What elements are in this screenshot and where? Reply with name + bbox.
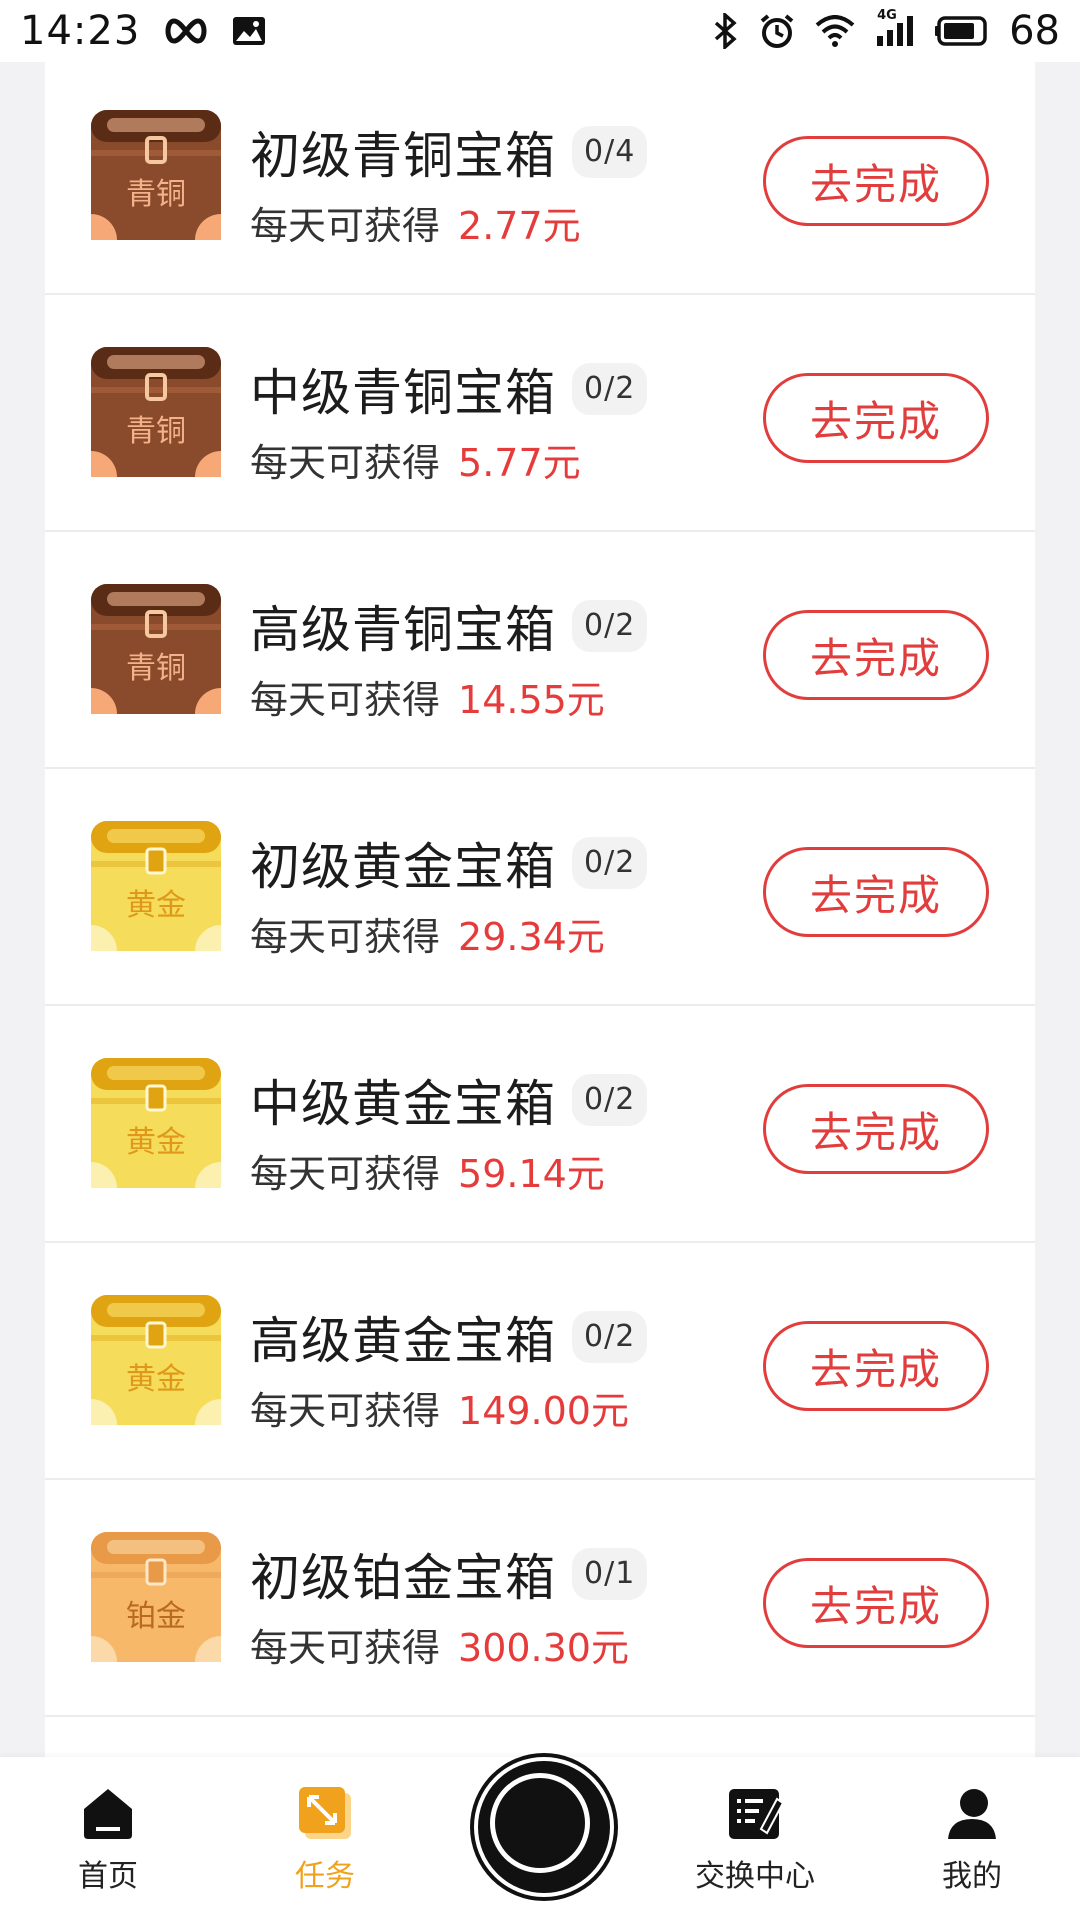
- bronze-chest-icon: 青铜: [91, 584, 221, 714]
- progress-badge: 0/1: [572, 1548, 648, 1600]
- wifi-icon: [815, 15, 855, 47]
- task-list: 青铜 初级青铜宝箱 0/4 每天可获得 2.77元 去完成 青铜 中级青铜宝箱 …: [45, 58, 1035, 1758]
- task-title-line: 中级青铜宝箱 0/2: [250, 353, 648, 425]
- chest-label: 青铜: [126, 177, 186, 212]
- task-title: 初级黄金宝箱: [250, 838, 556, 896]
- task-title-line: 中级黄金宝箱 0/2: [250, 1064, 648, 1136]
- progress-badge: 0/2: [572, 1311, 648, 1363]
- task-row: 青铜 中级青铜宝箱 0/2 每天可获得 5.77元 去完成: [45, 295, 1035, 532]
- go-complete-button[interactable]: 去完成: [763, 610, 989, 700]
- task-title: 高级青铜宝箱: [250, 601, 556, 659]
- task-row: 青铜 高级青铜宝箱 0/2 每天可获得 14.55元 去完成: [45, 532, 1035, 769]
- task-row: 黄金 初级黄金宝箱 0/2 每天可获得 29.34元 去完成: [45, 769, 1035, 1006]
- reward-prefix: 每天可获得: [250, 1152, 441, 1196]
- nav-tasks-label: 任务: [295, 1859, 355, 1894]
- task-row: 青铜 初级青铜宝箱 0/4 每天可获得 2.77元 去完成: [45, 58, 1035, 295]
- reward-prefix: 每天可获得: [250, 678, 441, 722]
- chest-label: 黄金: [126, 1125, 186, 1160]
- image-icon: [232, 15, 266, 47]
- nav-home-label: 首页: [78, 1859, 138, 1894]
- task-title: 高级黄金宝箱: [250, 1312, 556, 1370]
- task-title-line: 高级青铜宝箱 0/2: [250, 590, 648, 662]
- reward-amount: 59.14元: [458, 1152, 605, 1196]
- center-ring: [490, 1773, 590, 1873]
- reward-prefix: 每天可获得: [250, 915, 441, 959]
- chest-label: 黄金: [126, 888, 186, 923]
- reward-prefix: 每天可获得: [250, 1389, 441, 1433]
- platinum-chest-icon: 铂金: [91, 1532, 221, 1662]
- reward-line: 每天可获得 2.77元: [250, 195, 581, 250]
- reward-amount: 149.00元: [458, 1389, 629, 1433]
- nav-home[interactable]: 首页: [23, 1785, 193, 1895]
- go-complete-button[interactable]: 去完成: [763, 136, 989, 226]
- gold-chest-icon: 黄金: [91, 1295, 221, 1425]
- task-title-line: 初级黄金宝箱 0/2: [250, 827, 648, 899]
- reward-line: 每天可获得 300.30元: [250, 1617, 629, 1672]
- bottom-nav: 首页 任务 交换中心 我的: [0, 1757, 1080, 1920]
- network-type: 4G: [877, 8, 897, 23]
- nav-exchange-label: 交换中心: [695, 1859, 815, 1894]
- task-title: 中级青铜宝箱: [250, 364, 556, 422]
- center-circle-icon[interactable]: [474, 1757, 614, 1897]
- reward-prefix: 每天可获得: [250, 204, 441, 248]
- reward-prefix: 每天可获得: [250, 1626, 441, 1670]
- task-title: 初级青铜宝箱: [250, 127, 556, 185]
- home-icon: [84, 1789, 132, 1839]
- reward-amount: 14.55元: [458, 678, 605, 722]
- task-title-line: 初级青铜宝箱 0/4: [250, 116, 648, 188]
- battery-icon: [935, 16, 989, 46]
- bronze-chest-icon: 青铜: [91, 110, 221, 240]
- reward-line: 每天可获得 29.34元: [250, 906, 605, 961]
- status-bar: 14:23 4G 68: [0, 0, 1080, 62]
- reward-prefix: 每天可获得: [250, 441, 441, 485]
- task-row: 黄金 高级黄金宝箱 0/2 每天可获得 149.00元 去完成: [45, 1243, 1035, 1480]
- infinity-icon: [162, 17, 210, 45]
- chest-label: 黄金: [126, 1362, 186, 1397]
- progress-badge: 0/2: [572, 837, 648, 889]
- reward-amount: 2.77元: [458, 204, 581, 248]
- gold-chest-icon: 黄金: [91, 1058, 221, 1188]
- nav-exchange[interactable]: 交换中心: [670, 1785, 840, 1895]
- alarm-icon: [759, 13, 795, 49]
- bluetooth-icon: [713, 13, 739, 49]
- reward-amount: 300.30元: [458, 1626, 629, 1670]
- task-title-line: 高级黄金宝箱 0/2: [250, 1301, 648, 1373]
- nav-profile[interactable]: 我的: [887, 1785, 1057, 1895]
- battery-level: 68: [1009, 8, 1060, 54]
- reward-line: 每天可获得 5.77元: [250, 432, 581, 487]
- signal-icon: 4G: [875, 8, 915, 48]
- task-row: 黄金 中级黄金宝箱 0/2 每天可获得 59.14元 去完成: [45, 1006, 1035, 1243]
- reward-amount: 29.34元: [458, 915, 605, 959]
- reward-amount: 5.77元: [458, 441, 581, 485]
- go-complete-button[interactable]: 去完成: [763, 1558, 989, 1648]
- task-row: 铂金 初级铂金宝箱 0/1 每天可获得 300.30元 去完成: [45, 1480, 1035, 1717]
- task-title: 中级黄金宝箱: [250, 1075, 556, 1133]
- go-complete-button[interactable]: 去完成: [763, 1084, 989, 1174]
- chest-label: 青铜: [126, 414, 186, 449]
- reward-line: 每天可获得 149.00元: [250, 1380, 629, 1435]
- task-title-line: 初级铂金宝箱 0/1: [250, 1538, 648, 1610]
- gold-chest-icon: 黄金: [91, 821, 221, 951]
- task-title: 初级铂金宝箱: [250, 1549, 556, 1607]
- nav-tasks[interactable]: 任务: [240, 1785, 410, 1895]
- chest-label: 铂金: [126, 1599, 186, 1634]
- progress-badge: 0/2: [572, 1074, 648, 1126]
- go-complete-button[interactable]: 去完成: [763, 847, 989, 937]
- go-complete-button[interactable]: 去完成: [763, 373, 989, 463]
- nav-profile-label: 我的: [942, 1859, 1002, 1894]
- chest-label: 青铜: [126, 651, 186, 686]
- exchange-icon: [729, 1789, 783, 1839]
- progress-badge: 0/4: [572, 126, 648, 178]
- profile-icon: [948, 1789, 996, 1839]
- progress-badge: 0/2: [572, 600, 648, 652]
- reward-line: 每天可获得 59.14元: [250, 1143, 605, 1198]
- go-complete-button[interactable]: 去完成: [763, 1321, 989, 1411]
- bronze-chest-icon: 青铜: [91, 347, 221, 477]
- status-time: 14:23: [20, 8, 141, 54]
- task-icon: [299, 1787, 351, 1839]
- reward-line: 每天可获得 14.55元: [250, 669, 605, 724]
- progress-badge: 0/2: [572, 363, 648, 415]
